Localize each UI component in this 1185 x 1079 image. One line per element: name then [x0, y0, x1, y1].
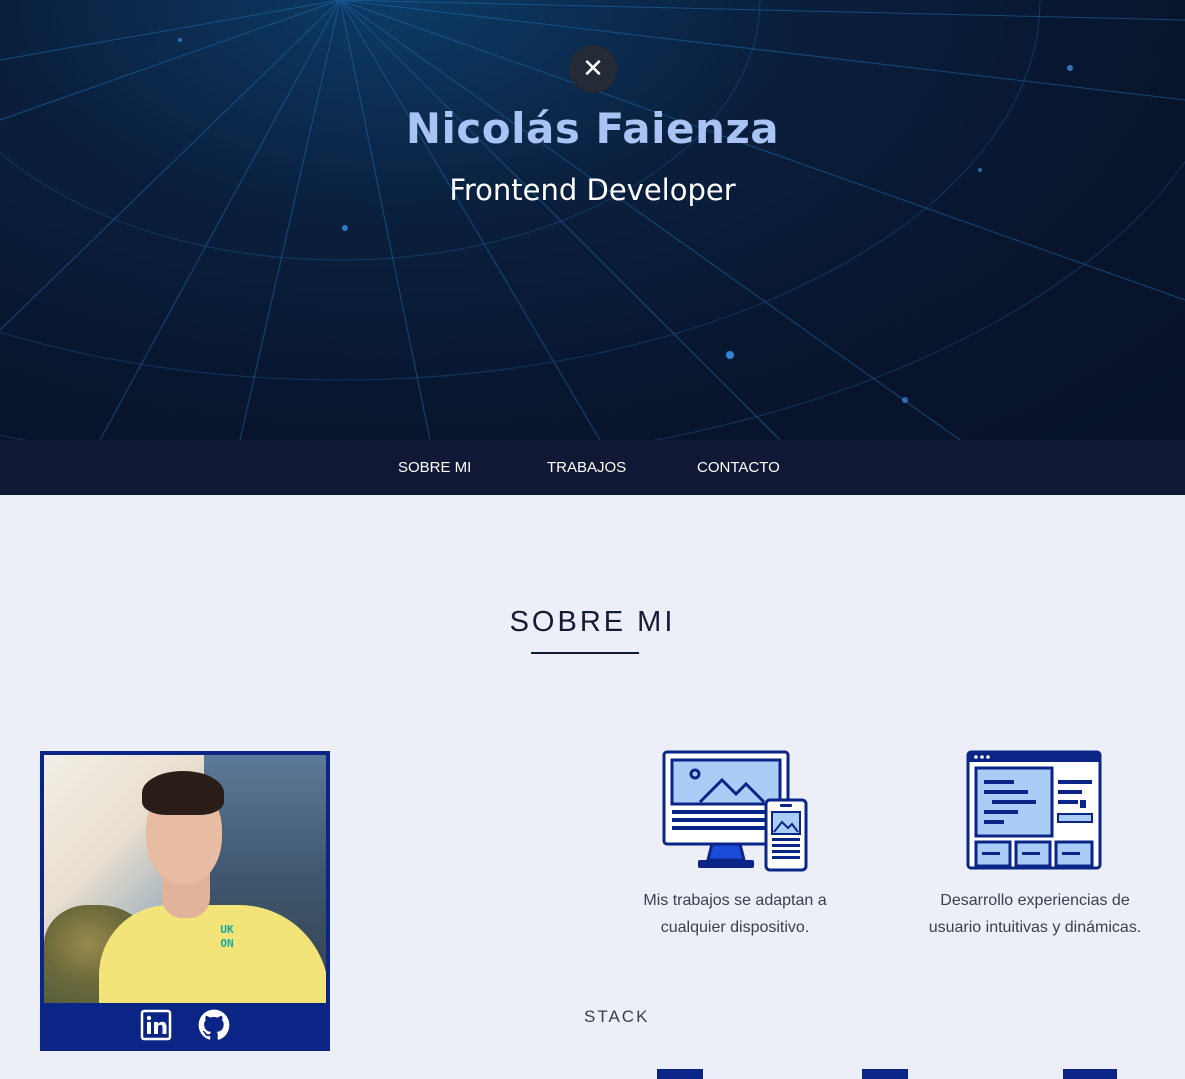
- hero-name: Nicolás Faienza: [405, 104, 780, 153]
- stack-css-icon: [862, 1069, 908, 1079]
- stack-js-icon: [1063, 1069, 1117, 1079]
- profile-card: UK ON: [40, 751, 330, 1051]
- ui-layout-icon: [966, 750, 1104, 876]
- section-title-underline: [531, 652, 639, 654]
- shirt-logo: UK ON: [220, 923, 234, 950]
- nav-link-sobre-mi[interactable]: SOBRE MI: [398, 459, 471, 476]
- nav-link-contacto[interactable]: CONTACTO: [697, 459, 780, 476]
- close-icon: ✕: [582, 54, 604, 84]
- profile-photo: UK ON: [44, 755, 326, 1003]
- hero-role: Frontend Developer: [449, 173, 736, 207]
- nav-link-trabajos[interactable]: TRABAJOS: [547, 459, 626, 476]
- feature-text-responsive: Mis trabajos se adaptan a cualquier disp…: [643, 892, 827, 936]
- responsive-devices-icon: [660, 750, 810, 876]
- feature-text-ux: Desarrollo experiencias de usuario intui…: [928, 892, 1142, 936]
- close-button[interactable]: ✕: [569, 45, 617, 93]
- section-title: SOBRE MI: [509, 606, 676, 638]
- hero-banner: ✕ Nicolás Faienza Frontend Developer: [0, 0, 1185, 440]
- stack-html-icon: [657, 1069, 703, 1079]
- stack-title: STACK: [584, 1007, 650, 1026]
- main-nav: SOBRE MI TRABAJOS CONTACTO: [0, 440, 1185, 495]
